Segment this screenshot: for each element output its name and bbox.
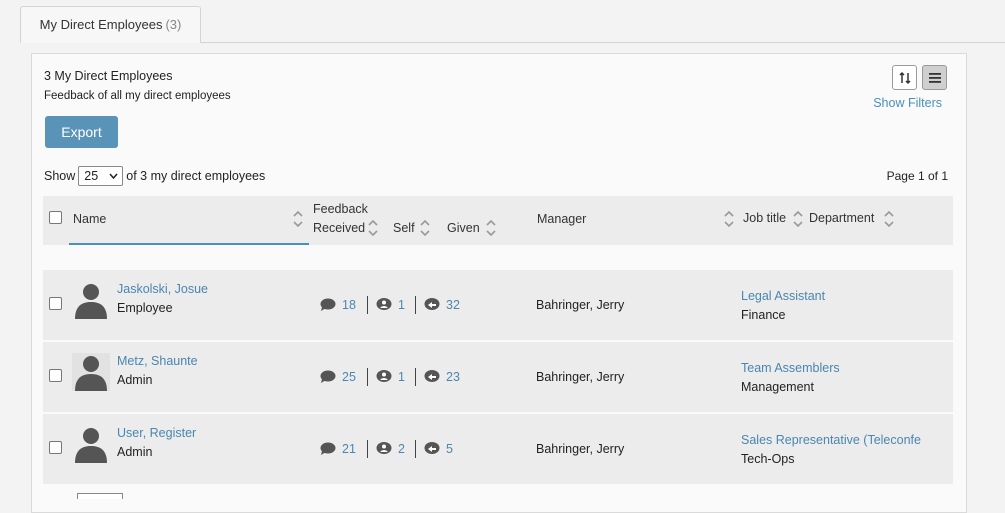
manager-name: Bahringer, Jerry	[536, 442, 625, 456]
page-subtitle: Feedback of all my direct employees	[44, 90, 231, 102]
self-feedback-count: 1	[398, 298, 405, 312]
sort-name-icon[interactable]	[293, 210, 303, 228]
department-name: Tech-Ops	[741, 452, 795, 466]
page-size-select[interactable]: 25	[78, 166, 124, 186]
tab-divider	[201, 42, 1005, 43]
tab-count: (3)	[165, 17, 182, 32]
metric-separator	[415, 296, 416, 314]
self-user-icon	[376, 370, 392, 382]
row-checkbox[interactable]	[49, 297, 62, 310]
column-header-department[interactable]: Department	[809, 211, 874, 225]
feedback-given-link[interactable]: 32	[424, 298, 460, 312]
sort-department-icon[interactable]	[884, 210, 894, 228]
page-size-value: 25	[84, 169, 99, 183]
feedback-given-count: 5	[446, 442, 453, 456]
department-name: Finance	[741, 308, 786, 322]
manager-name: Bahringer, Jerry	[536, 370, 625, 384]
sort-self-icon[interactable]	[420, 219, 430, 237]
page-title: 3 My Direct Employees	[44, 69, 173, 83]
feedback-given-count: 23	[446, 370, 460, 384]
page-size-control: Show 25 of 3 my direct employees	[44, 166, 265, 186]
job-title-link[interactable]: Sales Representative (Teleconfe	[741, 433, 926, 447]
row-checkbox[interactable]	[49, 369, 62, 382]
bottom-page-size-select[interactable]	[77, 493, 123, 499]
show-filters-link[interactable]: Show Filters	[873, 96, 942, 110]
sort-icon	[898, 71, 911, 84]
comment-icon	[320, 298, 336, 311]
metric-separator	[415, 440, 416, 458]
job-title-link[interactable]: Team Assemblers	[741, 361, 840, 375]
tab-label: My Direct Employees	[39, 17, 163, 32]
list-view-button[interactable]	[922, 65, 947, 90]
feedback-received-link[interactable]: 21	[320, 442, 356, 456]
avatar-icon	[75, 284, 107, 319]
self-user-icon	[376, 298, 392, 310]
metric-separator	[367, 368, 368, 386]
metric-separator	[367, 440, 368, 458]
sort-manager-icon[interactable]	[724, 210, 734, 228]
employee-name-link[interactable]: Metz, Shaunte	[117, 354, 198, 368]
feedback-received-count: 25	[342, 370, 356, 384]
feedback-given-link[interactable]: 5	[424, 442, 453, 456]
select-all-checkbox[interactable]	[49, 211, 62, 224]
sort-job-title-icon[interactable]	[793, 210, 803, 228]
avatar-icon	[75, 428, 107, 463]
self-user-icon	[376, 442, 392, 454]
table-row[interactable]	[43, 414, 953, 484]
show-label: Show	[44, 169, 76, 183]
job-title-link[interactable]: Legal Assistant	[741, 289, 825, 303]
sort-received-icon[interactable]	[368, 219, 378, 237]
feedback-received-link[interactable]: 25	[320, 370, 356, 384]
comment-icon	[320, 442, 336, 455]
metric-separator	[367, 296, 368, 314]
self-feedback-link[interactable]: 2	[376, 442, 405, 456]
sort-given-icon[interactable]	[486, 219, 496, 237]
column-header-manager[interactable]: Manager	[537, 212, 586, 226]
row-checkbox[interactable]	[49, 441, 62, 454]
page-info: Page 1 of 1	[886, 169, 948, 183]
department-name: Management	[741, 380, 814, 394]
employee-name-link[interactable]: User, Register	[117, 426, 196, 440]
of-text: of 3 my direct employees	[126, 169, 266, 183]
feedback-given-link[interactable]: 23	[424, 370, 460, 384]
table-row[interactable]	[43, 342, 953, 412]
column-header-name[interactable]: Name	[73, 212, 106, 226]
column-header-given[interactable]: Given	[447, 221, 480, 235]
comment-icon	[320, 370, 336, 383]
reply-icon	[424, 442, 440, 454]
self-feedback-count: 1	[398, 370, 405, 384]
self-feedback-link[interactable]: 1	[376, 370, 405, 384]
sort-toggle-button[interactable]	[892, 65, 917, 90]
feedback-received-link[interactable]: 18	[320, 298, 356, 312]
tab-my-direct-employees[interactable]: My Direct Employees (3)	[20, 6, 201, 43]
chevron-down-icon	[109, 173, 118, 179]
feedback-received-count: 21	[342, 442, 356, 456]
reply-icon	[424, 370, 440, 382]
employee-role: Employee	[117, 301, 173, 315]
reply-icon	[424, 298, 440, 310]
table-row[interactable]	[43, 270, 953, 340]
export-button[interactable]: Export	[45, 116, 118, 148]
list-icon	[928, 72, 941, 83]
employee-role: Admin	[117, 445, 153, 459]
avatar-icon	[72, 353, 110, 391]
employee-role: Admin	[117, 373, 153, 387]
column-header-feedback[interactable]: Feedback	[313, 202, 368, 216]
employee-name-link[interactable]: Jaskolski, Josue	[117, 282, 208, 296]
column-header-received[interactable]: Received	[313, 221, 365, 235]
column-header-job-title[interactable]: Job title	[743, 211, 786, 225]
manager-name: Bahringer, Jerry	[536, 298, 625, 312]
name-column-underline	[69, 243, 309, 245]
self-feedback-link[interactable]: 1	[376, 298, 405, 312]
metric-separator	[415, 368, 416, 386]
column-header-self[interactable]: Self	[393, 221, 415, 235]
feedback-received-count: 18	[342, 298, 356, 312]
feedback-given-count: 32	[446, 298, 460, 312]
self-feedback-count: 2	[398, 442, 405, 456]
